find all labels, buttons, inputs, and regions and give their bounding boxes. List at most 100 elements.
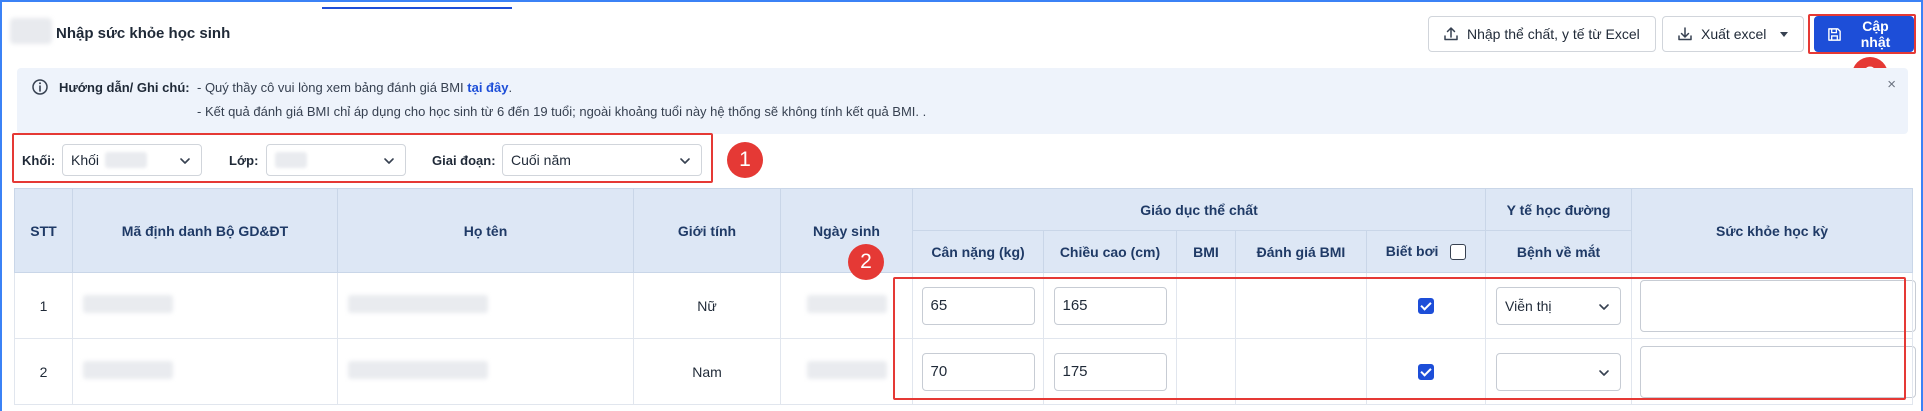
download-icon [1678,27,1692,41]
import-excel-label: Nhập thể chất, y tế từ Excel [1467,26,1640,42]
select-all-biet-boi-checkbox[interactable] [1450,244,1467,261]
lop-label: Lớp: [229,153,259,168]
khoi-value: Khối [71,152,100,168]
blurred-breadcrumb [10,18,52,44]
cell-chieu-cao [1043,338,1177,405]
col-ma-dinh-danh: Mã định danh Bộ GD&ĐT [72,188,338,273]
cell-can-nang [912,272,1044,339]
cell-stt: 2 [14,338,73,405]
cell-benh-ve-mat: Viễn thị [1485,272,1633,339]
giaidoan-label: Giai đoạn: [432,153,496,168]
giaidoan-select[interactable]: Cuối năm [502,144,702,176]
update-label: Cập nhật [1860,18,1891,50]
blurred-value [348,295,488,313]
save-icon [1828,27,1841,41]
cell-danh-gia-bmi [1235,272,1367,339]
active-tab-indicator [322,7,512,9]
benh-ve-mat-value: Viễn thị [1505,297,1552,314]
can-nang-input[interactable] [921,352,1035,391]
health-table: STT Mã định danh Bộ GD&ĐT Họ tên Giới tí… [14,188,1917,405]
cell-benh-ve-mat [1485,338,1633,405]
group-giao-duc-the-chat: Giáo dục thể chất [911,188,1487,231]
cell-bmi [1176,272,1236,339]
import-excel-button[interactable]: Nhập thể chất, y tế từ Excel [1428,16,1656,52]
update-button[interactable]: Cập nhật [1814,16,1914,52]
cell-suc-khoe-hoc-ky [1631,338,1917,405]
col-chieu-cao: Chiều cao (cm) [1043,230,1177,273]
khoi-select[interactable]: Khối [62,144,202,176]
note-line-1-suffix: . [508,80,513,95]
note-label: Hướng dẫn/ Ghi chú: [59,80,190,95]
blurred-value [83,361,173,379]
suc-khoe-hoc-ky-input[interactable] [1640,345,1917,398]
chevron-down-icon [1599,303,1609,310]
chevron-down-icon [180,158,190,164]
group-y-te-hoc-duong: Y tế học đường [1485,188,1633,231]
cell-can-nang [912,338,1044,405]
upload-icon [1444,27,1458,41]
cell-gioi-tinh: Nữ [633,272,781,339]
cell-bmi [1176,338,1236,405]
cell-chieu-cao [1043,272,1177,339]
bmi-table-link[interactable]: tại đây [467,80,508,95]
benh-ve-mat-select[interactable]: Viễn thị [1496,286,1622,325]
col-suc-khoe-hoc-ky: Sức khỏe học kỳ [1631,188,1914,273]
giaidoan-value: Cuối năm [511,152,571,168]
cell-suc-khoe-hoc-ky [1631,272,1917,339]
cell-ma-dinh-danh [72,272,338,339]
badge-1: 1 [727,142,763,178]
biet-boi-checkbox[interactable] [1418,364,1435,381]
cell-stt: 1 [14,272,73,339]
table-row: 1 Nữ Viễn thị [14,272,1917,339]
cell-ngay-sinh [780,338,913,405]
col-biet-boi: Biết bơi [1365,230,1487,273]
blurred-value [83,295,173,313]
table-row: 2 Nam [14,338,1917,405]
lop-select[interactable] [266,144,406,176]
col-biet-boi-label: Biết bơi [1385,242,1439,259]
chieu-cao-input[interactable] [1053,286,1167,325]
khoi-label: Khối: [22,153,56,168]
blurred-value [348,361,488,379]
col-ngay-sinh: Ngày sinh [780,188,913,273]
chieu-cao-input[interactable] [1053,352,1167,391]
cell-ho-ten [337,272,634,339]
biet-boi-checkbox[interactable] [1418,298,1435,315]
cell-ho-ten [337,338,634,405]
col-benh-ve-mat: Bệnh về mắt [1485,230,1633,273]
guidance-note: Hướng dẫn/ Ghi chú: - Quý thầy cô vui lò… [17,68,1908,134]
badge-2: 2 [848,244,884,280]
col-can-nang: Cân nặng (kg) [912,230,1044,273]
blurred-value [806,361,887,379]
cell-danh-gia-bmi [1235,338,1367,405]
filter-bar: Khối: Khối Lớp: Giai đoạn: Cuối năm [14,138,714,182]
info-icon [32,79,48,95]
col-danh-gia-bmi: Đánh giá BMI [1235,230,1367,273]
can-nang-input[interactable] [921,286,1035,325]
page-header: Nhập sức khỏe học sinh Nhập thể chất, y … [4,14,1919,56]
cell-ngay-sinh [780,272,913,339]
cell-biet-boi [1365,338,1487,405]
close-icon[interactable]: × [1887,76,1896,93]
blurred-value [275,152,307,168]
benh-ve-mat-select[interactable] [1496,352,1622,391]
col-bmi: BMI [1176,230,1236,273]
col-gioi-tinh: Giới tính [633,188,781,273]
col-ho-ten: Họ tên [337,188,634,273]
blurred-value [806,295,887,313]
export-excel-button[interactable]: Xuất excel [1662,16,1804,52]
caret-down-icon [1780,31,1789,37]
page-title: Nhập sức khỏe học sinh [56,25,231,42]
col-stt: STT [14,188,73,273]
export-excel-label: Xuất excel [1701,26,1767,42]
chevron-down-icon [680,158,690,164]
cell-ma-dinh-danh [72,338,338,405]
suc-khoe-hoc-ky-input[interactable] [1640,279,1917,332]
chevron-down-icon [384,158,394,164]
note-line-1: - Quý thầy cô vui lòng xem bảng đánh giá… [197,80,512,95]
cell-biet-boi [1365,272,1487,339]
chevron-down-icon [1599,369,1609,376]
blurred-value [105,152,148,168]
cell-gioi-tinh: Nam [633,338,781,405]
note-line-1-text: - Quý thầy cô vui lòng xem bảng đánh giá… [197,80,468,95]
